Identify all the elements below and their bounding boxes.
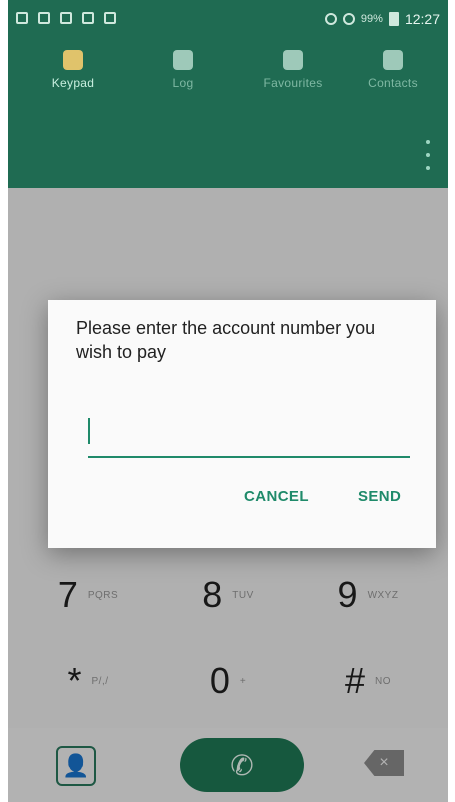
text-cursor — [88, 418, 90, 444]
battery-icon — [388, 12, 399, 26]
notification-icon — [104, 12, 116, 24]
tab-keypad[interactable]: Keypad — [18, 50, 128, 120]
notification-icon — [16, 12, 28, 24]
tab-label: Contacts — [368, 76, 418, 90]
tab-label: Log — [172, 76, 194, 90]
cancel-button[interactable]: CANCEL — [244, 488, 309, 505]
status-bar: 99% 12:27 — [8, 0, 448, 40]
signal-icon — [342, 13, 355, 25]
tab-log[interactable]: Log — [128, 50, 238, 120]
tab-favourites[interactable]: Favourites — [238, 50, 348, 120]
notification-icons — [16, 12, 116, 24]
battery-percent: 99% — [360, 13, 383, 25]
notification-icon — [82, 12, 94, 24]
tab-label: Favourites — [263, 76, 323, 90]
dialog-message: Please enter the account number you wish… — [76, 318, 376, 362]
tab-label: Keypad — [51, 76, 95, 90]
notification-icon — [38, 12, 50, 24]
notification-icon — [60, 12, 72, 24]
account-number-input[interactable] — [88, 410, 410, 458]
account-number-dialog: Please enter the account number you wish… — [48, 300, 436, 548]
keypad-icon — [63, 50, 83, 70]
status-time: 12:27 — [404, 11, 440, 27]
send-button[interactable]: SEND — [358, 488, 401, 505]
kebab-icon[interactable] — [426, 140, 430, 170]
alarm-icon — [324, 13, 337, 25]
person-icon — [383, 50, 403, 70]
tab-bar: Keypad Log Favourites Contacts — [8, 40, 448, 158]
star-icon — [283, 50, 303, 70]
log-icon — [173, 50, 193, 70]
tab-contacts[interactable]: Contacts — [338, 50, 448, 120]
status-icons: 99% 12:27 — [324, 11, 440, 27]
phone-screen: 99% 12:27 Keypad Log Favourites Contacts — [8, 0, 448, 802]
action-bar — [8, 122, 448, 188]
